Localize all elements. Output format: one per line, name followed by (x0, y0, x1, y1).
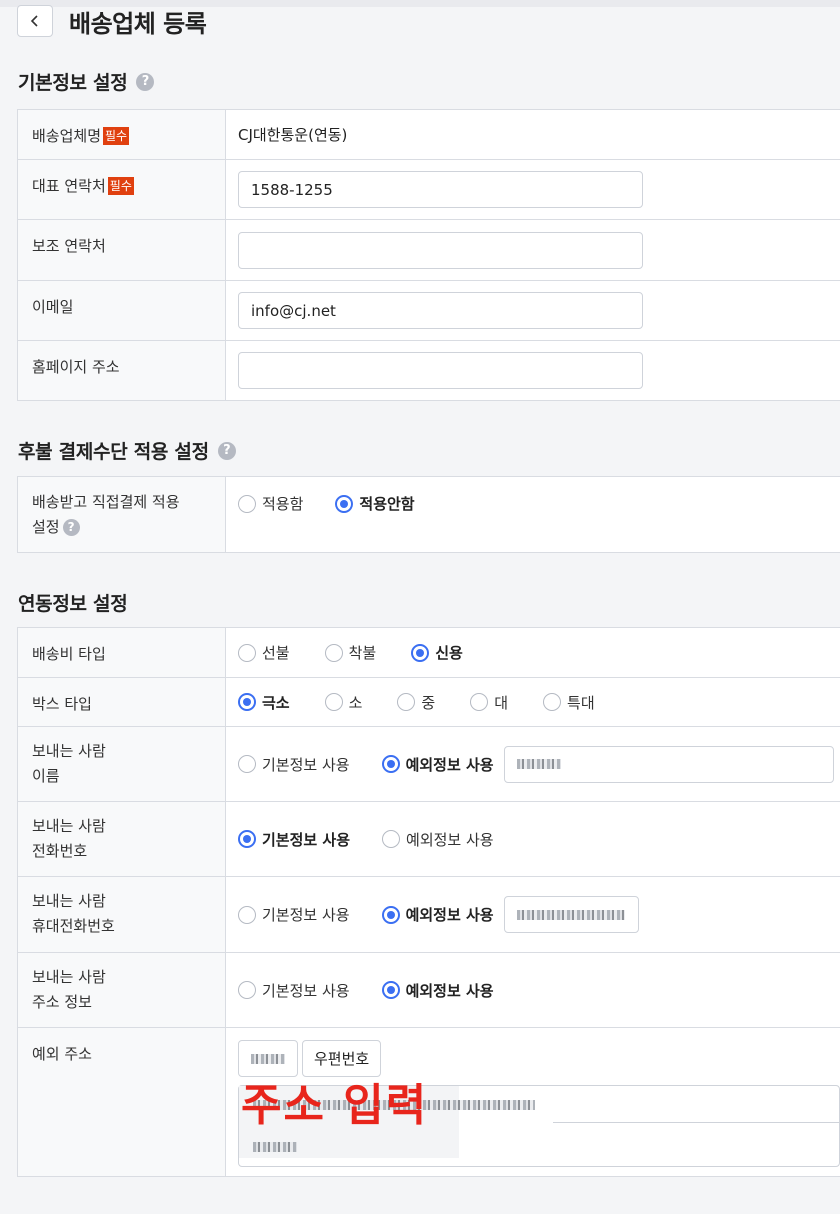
help-icon[interactable]: ? (62, 519, 80, 536)
sender-name-radio-group: 기본정보 사용 예외정보 사용 (238, 745, 834, 783)
sender-mobile-radio-group: 기본정보 사용 예외정보 사용 (238, 896, 639, 933)
radio-sender-mobile-default[interactable]: 기본정보 사용 (238, 904, 350, 925)
link-info-table: 배송비 타입 선불 착불 신용 박스 타입 극소 소 중 대 특대 보내는 사람… (17, 627, 840, 1177)
help-icon[interactable]: ? (136, 72, 155, 91)
box-type-radio-group: 극소 소 중 대 특대 (238, 692, 627, 713)
link-section-title: 연동정보 설정 (18, 593, 128, 615)
sub-phone-input[interactable] (238, 231, 643, 269)
row-exception-address: 예외 주소 우편번호 (18, 1028, 840, 1177)
row-sender-address: 보내는 사람 주소 정보 기본정보 사용 예외정보 사용 (18, 953, 840, 1028)
row-box-type: 박스 타입 극소 소 중 대 특대 (18, 678, 840, 727)
help-icon[interactable]: ? (217, 441, 236, 460)
radio-box-xl[interactable]: 특대 (543, 692, 595, 713)
radio-sender-address-default[interactable]: 기본정보 사용 (238, 980, 350, 1001)
radio-apply[interactable]: 적용함 (238, 493, 303, 514)
page-title: 배송업체 등록 (69, 9, 207, 38)
row-sender-name: 보내는 사람 이름 기본정보 사용 예외정보 사용 (18, 727, 840, 802)
fee-type-radio-group: 선불 착불 신용 (238, 642, 495, 663)
sender-phone-radio-group: 기본정보 사용 예외정보 사용 (238, 829, 526, 850)
payment-section-title: 후불 결제수단 적용 설정 ? (18, 437, 236, 464)
required-badge: 필수 (103, 127, 130, 145)
zipcode-search-button[interactable]: 우편번호 (302, 1040, 382, 1077)
homepage-input[interactable] (238, 352, 643, 389)
main-phone-input[interactable]: 1588-1255 (238, 171, 643, 208)
row-company-name: 배송업체명 필수 CJ대한통운(연동) (18, 110, 840, 160)
row-sub-phone: 보조 연락처 (18, 220, 840, 281)
row-main-phone: 대표 연락처 필수 1588-1255 (18, 160, 840, 220)
page-header: 배송업체 등록 (17, 4, 207, 38)
basic-section-title: 기본정보 설정 ? (18, 68, 155, 95)
redacted-text (251, 1053, 285, 1064)
address-annotation: 주소 입력 (241, 1080, 429, 1131)
row-sender-phone: 보내는 사람 전화번호 기본정보 사용 예외정보 사용 (18, 802, 840, 877)
payment-table: 배송받고 직접결제 적용 설정? 적용함 적용안함 (17, 476, 840, 553)
direct-payment-radio-group: 적용함 적용안함 (238, 493, 447, 514)
radio-sender-mobile-custom[interactable]: 예외정보 사용 (381, 904, 494, 925)
email-input[interactable]: info@cj.net (238, 292, 643, 329)
radio-sender-name-default[interactable]: 기본정보 사용 (238, 754, 350, 775)
radio-box-s[interactable]: 소 (324, 692, 362, 713)
radio-sender-phone-custom[interactable]: 예외정보 사용 (382, 829, 494, 850)
sender-name-input[interactable] (503, 745, 834, 783)
row-homepage: 홈페이지 주소 (18, 341, 840, 401)
radio-sender-name-custom[interactable]: 예외정보 사용 (381, 754, 494, 775)
zipcode-input[interactable] (238, 1040, 298, 1077)
radio-box-l[interactable]: 대 (470, 692, 508, 713)
row-direct-payment: 배송받고 직접결제 적용 설정? 적용함 적용안함 (18, 477, 840, 553)
radio-not-apply[interactable]: 적용안함 (335, 493, 415, 514)
row-fee-type: 배송비 타입 선불 착불 신용 (18, 628, 840, 678)
radio-cod[interactable]: 착불 (324, 642, 376, 663)
row-sender-mobile: 보내는 사람 휴대전화번호 기본정보 사용 예외정보 사용 (18, 877, 840, 953)
required-badge: 필수 (107, 177, 134, 195)
chevron-left-icon (30, 15, 38, 27)
radio-sender-address-custom[interactable]: 예외정보 사용 (381, 980, 494, 1001)
radio-credit[interactable]: 신용 (411, 642, 463, 663)
company-name-value: CJ대한통운(연동) (238, 126, 348, 144)
redacted-text (516, 909, 625, 920)
basic-info-table: 배송업체명 필수 CJ대한통운(연동) 대표 연락처 필수 1588-1255 보조… (17, 109, 840, 401)
redacted-text (253, 1142, 297, 1152)
radio-box-m[interactable]: 중 (397, 692, 435, 713)
redacted-text (516, 759, 561, 769)
radio-sender-phone-default[interactable]: 기본정보 사용 (238, 829, 350, 850)
radio-prepaid[interactable]: 선불 (238, 642, 290, 663)
back-button[interactable] (17, 5, 53, 37)
sender-address-radio-group: 기본정보 사용 예외정보 사용 (238, 980, 526, 1001)
radio-box-xs[interactable]: 극소 (238, 692, 290, 713)
row-email: 이메일 info@cj.net (18, 281, 840, 341)
sender-mobile-input[interactable] (503, 896, 639, 933)
